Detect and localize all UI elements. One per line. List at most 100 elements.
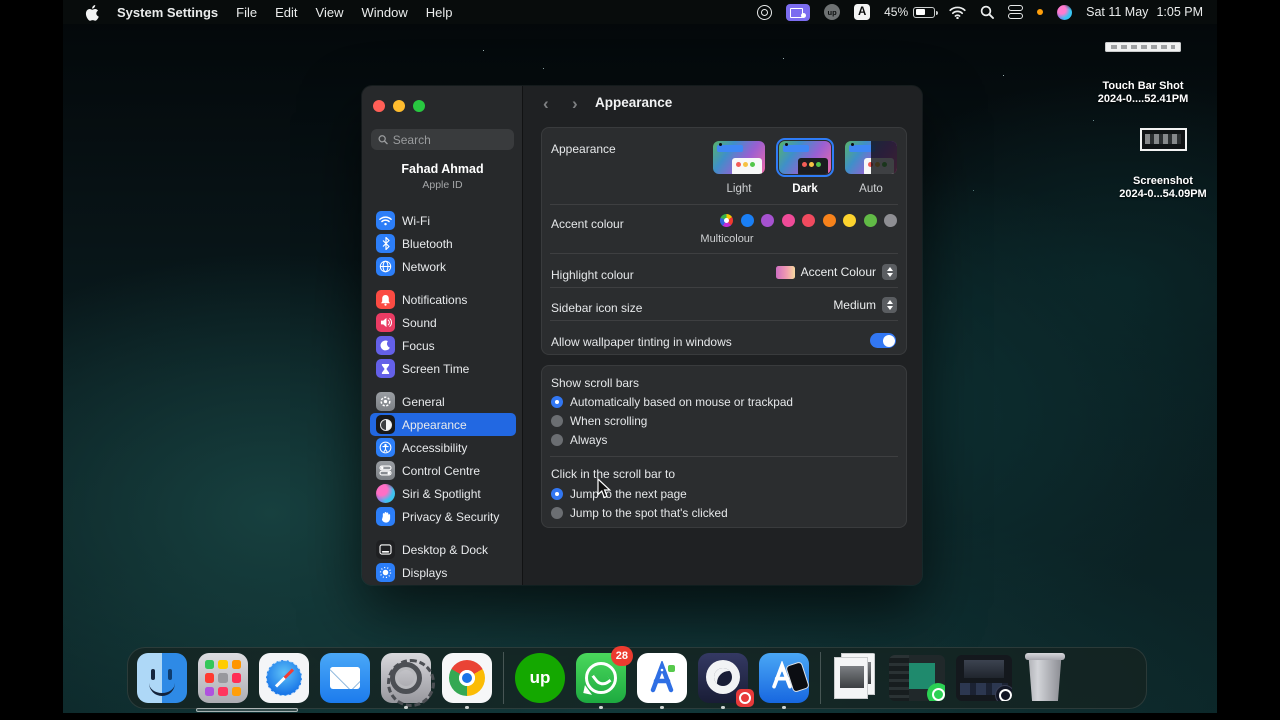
battery-status[interactable]: 45% bbox=[884, 5, 935, 19]
spotlight-search-icon[interactable] bbox=[980, 5, 994, 19]
menu-edit[interactable]: Edit bbox=[275, 5, 297, 20]
apple-menu-icon[interactable] bbox=[85, 5, 99, 20]
dock-chrome-icon[interactable] bbox=[442, 653, 492, 703]
dock-mail-icon[interactable] bbox=[320, 653, 370, 703]
radio-icon bbox=[551, 488, 563, 500]
accent-colour-dot[interactable] bbox=[741, 214, 754, 227]
highlight-colour-value: Accent Colour bbox=[801, 265, 876, 279]
dock-system-settings-icon[interactable] bbox=[381, 653, 431, 703]
siri-icon[interactable] bbox=[1057, 5, 1072, 20]
sidebar-item-appearance[interactable]: Appearance bbox=[370, 413, 516, 436]
menu-file[interactable]: File bbox=[236, 5, 257, 20]
settings-content-pane: ‹ › Appearance Appearance bbox=[523, 86, 922, 585]
sidebar-item-sound[interactable]: Sound bbox=[370, 311, 516, 334]
sidebar-item-wifi[interactable]: Wi-Fi bbox=[370, 209, 516, 232]
sidebar-item-general[interactable]: General bbox=[370, 390, 516, 413]
dock-safari-icon[interactable] bbox=[259, 653, 309, 703]
sidebar-search-field[interactable] bbox=[371, 129, 514, 150]
dock-minimized-image-stack[interactable] bbox=[832, 653, 878, 703]
appearance-option-dark[interactable] bbox=[779, 141, 831, 174]
dock-launchpad-icon[interactable] bbox=[198, 653, 248, 703]
dock-trash-icon[interactable] bbox=[1023, 653, 1067, 703]
recording-indicator-dot bbox=[1037, 9, 1043, 15]
settings-sidebar: Fahad Ahmad Apple ID Wi-Fi Bluetooth Net… bbox=[362, 86, 523, 585]
wifi-icon[interactable] bbox=[949, 6, 966, 19]
appearance-icon bbox=[376, 415, 395, 434]
dock-developer-icon[interactable] bbox=[637, 653, 687, 703]
desktop-icon-screenshot[interactable]: Screenshot 2024-0...54.09PM bbox=[1103, 128, 1217, 201]
sidebar-item-notifications[interactable]: Notifications bbox=[370, 288, 516, 311]
apple-id-row[interactable]: Fahad Ahmad Apple ID bbox=[362, 162, 523, 191]
launchpad-underline-indicator bbox=[196, 708, 298, 712]
accent-colour-dot[interactable] bbox=[802, 214, 815, 227]
sidebar-item-accessibility[interactable]: Accessibility bbox=[370, 436, 516, 459]
sidebar-icon-size-popup[interactable]: Medium bbox=[833, 297, 897, 313]
desktop-icon-touch-bar-shot[interactable]: Touch Bar Shot 2024-0....52.41PM bbox=[1083, 42, 1203, 106]
sidebar-item-screen-time[interactable]: Screen Time bbox=[370, 357, 516, 380]
menu-view[interactable]: View bbox=[316, 5, 344, 20]
accent-colour-dot[interactable] bbox=[884, 214, 897, 227]
upwork-status-icon[interactable]: up bbox=[824, 4, 840, 20]
radio-when-scrolling[interactable]: When scrolling bbox=[551, 414, 647, 428]
sidebar-icon-size-value: Medium bbox=[833, 298, 876, 312]
control-centre-icon[interactable] bbox=[1008, 5, 1023, 19]
battery-percent-label: 45% bbox=[884, 5, 908, 19]
running-indicator bbox=[599, 706, 603, 710]
dock-minimized-obs-window[interactable] bbox=[956, 655, 1012, 701]
minimize-button[interactable] bbox=[393, 100, 405, 112]
page-title: Appearance bbox=[595, 95, 672, 110]
radio-always[interactable]: Always bbox=[551, 433, 607, 447]
menu-app-name[interactable]: System Settings bbox=[117, 5, 218, 20]
accent-colour-dot[interactable] bbox=[761, 214, 774, 227]
sun-icon bbox=[376, 563, 395, 582]
accent-colour-dot[interactable] bbox=[864, 214, 877, 227]
dock-minimized-whatsapp-window[interactable] bbox=[889, 655, 945, 701]
sidebar-item-displays[interactable]: Displays bbox=[370, 561, 516, 584]
radio-jump-to-spot[interactable]: Jump to the spot that's clicked bbox=[551, 506, 728, 520]
highlight-colour-popup[interactable]: Accent Colour bbox=[776, 264, 897, 280]
dock-whatsapp-icon[interactable]: 28 bbox=[576, 653, 626, 703]
stepper-icon bbox=[882, 264, 897, 280]
menu-window[interactable]: Window bbox=[361, 5, 407, 20]
close-button[interactable] bbox=[373, 100, 385, 112]
dock-obs-icon[interactable] bbox=[698, 653, 748, 703]
dock-configurator-icon[interactable] bbox=[759, 653, 809, 703]
system-settings-window: Fahad Ahmad Apple ID Wi-Fi Bluetooth Net… bbox=[362, 86, 922, 585]
menu-clock[interactable]: Sat 11 May 1:05 PM bbox=[1086, 5, 1203, 19]
wallpaper-stars bbox=[483, 50, 484, 51]
desktop-icon-label: Screenshot 2024-0...54.09PM bbox=[1103, 175, 1217, 201]
sidebar-item-bluetooth[interactable]: Bluetooth bbox=[370, 232, 516, 255]
appearance-option-auto[interactable] bbox=[845, 141, 897, 174]
sidebar-item-siri-spotlight[interactable]: Siri & Spotlight bbox=[370, 482, 516, 505]
sidebar-item-desktop-dock[interactable]: Desktop & Dock bbox=[370, 538, 516, 561]
touch-bar-file-thumbnail bbox=[1105, 42, 1181, 52]
forward-button[interactable]: › bbox=[572, 94, 578, 114]
radio-jump-next-page[interactable]: Jump to the next page bbox=[551, 487, 687, 501]
auto-label: Auto bbox=[845, 183, 897, 195]
radio-auto-scrollbars[interactable]: Automatically based on mouse or trackpad bbox=[551, 395, 793, 409]
back-button[interactable]: ‹ bbox=[543, 94, 549, 114]
dock-upwork-icon[interactable]: up bbox=[515, 653, 565, 703]
accent-colour-dot[interactable] bbox=[843, 214, 856, 227]
menu-help[interactable]: Help bbox=[426, 5, 453, 20]
sidebar-item-control-centre[interactable]: Control Centre bbox=[370, 459, 516, 482]
gear-icon bbox=[376, 392, 395, 411]
accent-colour-dot[interactable] bbox=[782, 214, 795, 227]
input-source-badge[interactable]: A bbox=[854, 4, 870, 20]
dock-finder-icon[interactable] bbox=[137, 653, 187, 703]
hourglass-icon bbox=[376, 359, 395, 378]
search-input[interactable] bbox=[393, 133, 507, 147]
obs-status-icon[interactable] bbox=[757, 5, 772, 20]
appearance-option-light[interactable] bbox=[713, 141, 765, 174]
accent-multicolour-dot[interactable] bbox=[720, 214, 733, 227]
sidebar-item-network[interactable]: Network bbox=[370, 255, 516, 278]
screen-share-icon[interactable] bbox=[786, 4, 810, 21]
sidebar-item-focus[interactable]: Focus bbox=[370, 334, 516, 357]
zoom-button[interactable] bbox=[413, 100, 425, 112]
menu-bar: System Settings File Edit View Window He… bbox=[63, 0, 1217, 24]
wallpaper-tinting-toggle[interactable] bbox=[870, 333, 896, 348]
accent-colour-dot[interactable] bbox=[823, 214, 836, 227]
sidebar-item-privacy-security[interactable]: Privacy & Security bbox=[370, 505, 516, 528]
dark-label: Dark bbox=[779, 183, 831, 195]
wifi-icon bbox=[376, 211, 395, 230]
